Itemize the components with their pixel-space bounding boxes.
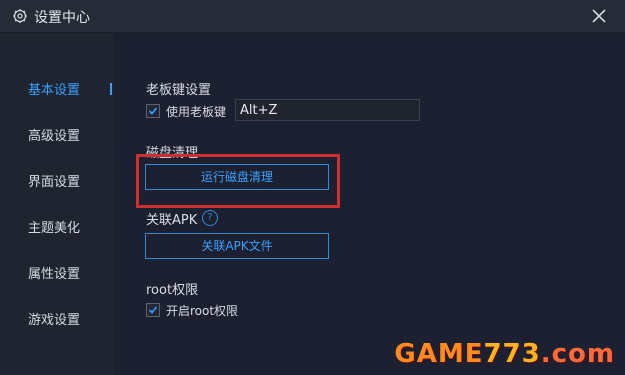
highlight-box	[136, 154, 340, 208]
boss-key-checkbox[interactable]	[146, 104, 160, 118]
gear-icon	[13, 9, 27, 23]
boss-key-title: 老板键设置	[146, 83, 212, 98]
check-icon	[148, 306, 158, 314]
close-icon[interactable]	[589, 6, 609, 26]
help-icon[interactable]: ?	[202, 210, 218, 226]
root-checkbox[interactable]	[146, 303, 160, 317]
sidebar-item-games[interactable]: 游戏设置	[28, 309, 80, 328]
check-icon	[148, 107, 158, 115]
root-checkbox-label: 开启root权限	[166, 304, 239, 318]
sidebar-item-theme[interactable]: 主题美化	[28, 217, 80, 236]
active-indicator	[110, 83, 112, 95]
apk-title: 关联APK	[146, 213, 198, 228]
root-title: root权限	[146, 283, 199, 298]
title-bar: 设置中心	[0, 0, 625, 33]
boss-key-hotkey-input[interactable]: Alt+Z	[235, 99, 420, 121]
sidebar-item-interface[interactable]: 界面设置	[28, 171, 80, 190]
watermark-logo: GAME773.com	[394, 339, 615, 369]
sidebar-item-properties[interactable]: 属性设置	[28, 263, 80, 282]
sidebar-item-advanced[interactable]: 高级设置	[28, 125, 80, 144]
window-title: 设置中心	[34, 10, 90, 26]
associate-apk-button[interactable]: 关联APK文件	[145, 233, 329, 259]
sidebar-item-basic[interactable]: 基本设置	[28, 79, 80, 98]
boss-key-checkbox-label: 使用老板键	[166, 105, 227, 119]
